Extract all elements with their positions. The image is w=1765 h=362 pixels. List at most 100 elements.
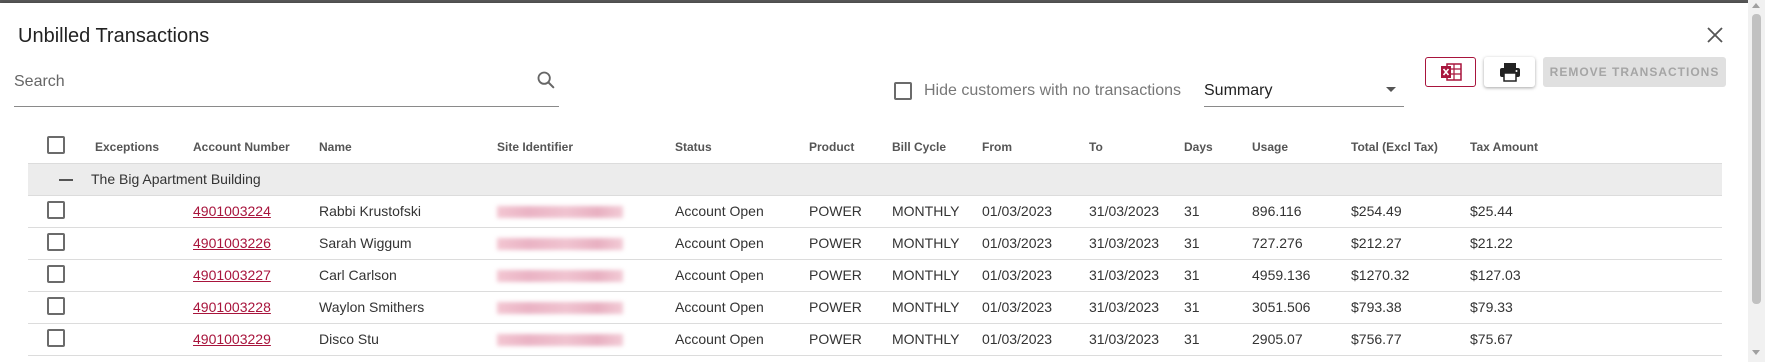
days-cell: 31 — [1184, 227, 1252, 260]
redacted-site-identifier — [497, 238, 623, 251]
table-row[interactable]: 4901003228 Waylon Smithers Account Open … — [28, 291, 1722, 324]
unbilled-transactions-dialog: Unbilled Transactions Hide customers wit… — [0, 3, 1748, 362]
close-icon — [1707, 27, 1723, 43]
row-checkbox[interactable] — [47, 264, 65, 283]
exceptions-cell — [95, 227, 193, 260]
dialog-title: Unbilled Transactions — [18, 25, 210, 47]
column-header[interactable]: Bill Cycle — [892, 131, 982, 164]
view-select-value: Summary — [1204, 82, 1273, 99]
account-number-link[interactable]: 4901003224 — [193, 203, 271, 219]
chevron-down-icon — [1386, 87, 1396, 92]
column-header[interactable]: From — [982, 131, 1089, 164]
vertical-scrollbar[interactable] — [1748, 0, 1765, 362]
column-header[interactable]: Usage — [1252, 131, 1351, 164]
group-row[interactable]: The Big Apartment Building — [28, 163, 1722, 196]
to-cell: 31/03/2023 — [1089, 227, 1184, 260]
search-icon[interactable] — [535, 69, 557, 91]
to-cell: 31/03/2023 — [1089, 195, 1184, 228]
days-cell: 31 — [1184, 291, 1252, 324]
transactions-table: Exceptions Account Number Name Site Iden… — [28, 131, 1722, 356]
usage-cell: 727.276 — [1252, 227, 1351, 260]
excel-icon — [1440, 63, 1462, 81]
exceptions-cell — [95, 291, 193, 324]
tax-cell: $75.67 — [1470, 323, 1722, 356]
column-header[interactable]: Exceptions — [95, 131, 193, 164]
remove-transactions-button[interactable]: REMOVE TRANSACTIONS — [1543, 57, 1726, 87]
tax-cell: $127.03 — [1470, 259, 1722, 292]
status-cell: Account Open — [675, 291, 809, 324]
account-number-link[interactable]: 4901003227 — [193, 267, 271, 283]
bill-cycle-cell: MONTHLY — [892, 259, 982, 292]
product-cell: POWER — [809, 195, 892, 228]
name-cell: Rabbi Krustofski — [319, 195, 497, 228]
column-header[interactable]: Name — [319, 131, 497, 164]
column-header[interactable]: Site Identifier — [497, 131, 675, 164]
table-row[interactable]: 4901003226 Sarah Wiggum Account Open POW… — [28, 227, 1722, 260]
days-cell: 31 — [1184, 259, 1252, 292]
bill-cycle-cell: MONTHLY — [892, 291, 982, 324]
exceptions-cell — [95, 323, 193, 356]
column-header[interactable]: Account Number — [193, 131, 319, 164]
bill-cycle-cell: MONTHLY — [892, 195, 982, 228]
total-cell: $254.49 — [1351, 195, 1470, 228]
table-row[interactable]: 4901003227 Carl Carlson Account Open POW… — [28, 259, 1722, 292]
column-header[interactable]: Total (Excl Tax) — [1351, 131, 1470, 164]
column-header[interactable]: Status — [675, 131, 809, 164]
bill-cycle-cell: MONTHLY — [892, 227, 982, 260]
bill-cycle-cell: MONTHLY — [892, 323, 982, 356]
table-row[interactable]: 4901003224 Rabbi Krustofski Account Open… — [28, 195, 1722, 228]
hide-no-transactions-option[interactable]: Hide customers with no transactions — [894, 80, 1181, 102]
row-checkbox[interactable] — [47, 296, 65, 315]
search-input[interactable] — [14, 69, 514, 95]
redacted-site-identifier — [497, 334, 623, 347]
from-cell: 01/03/2023 — [982, 195, 1089, 228]
tax-cell: $21.22 — [1470, 227, 1722, 260]
to-cell: 31/03/2023 — [1089, 259, 1184, 292]
account-number-link[interactable]: 4901003226 — [193, 235, 271, 251]
tax-cell: $79.33 — [1470, 291, 1722, 324]
row-checkbox[interactable] — [47, 232, 65, 251]
table-header-row: Exceptions Account Number Name Site Iden… — [28, 131, 1722, 164]
status-cell: Account Open — [675, 227, 809, 260]
column-header[interactable]: Days — [1184, 131, 1252, 164]
scroll-down-arrow-icon[interactable] — [1752, 350, 1760, 355]
view-select[interactable]: Summary — [1204, 69, 1404, 107]
to-cell: 31/03/2023 — [1089, 291, 1184, 324]
product-cell: POWER — [809, 323, 892, 356]
column-header[interactable]: Product — [809, 131, 892, 164]
select-all-checkbox[interactable] — [47, 136, 65, 155]
total-cell: $1270.32 — [1351, 259, 1470, 292]
days-cell: 31 — [1184, 323, 1252, 356]
scrollbar-thumb[interactable] — [1752, 14, 1761, 304]
hide-no-transactions-checkbox[interactable] — [894, 82, 912, 100]
status-cell: Account Open — [675, 323, 809, 356]
exceptions-cell — [95, 259, 193, 292]
product-cell: POWER — [809, 291, 892, 324]
scroll-up-arrow-icon[interactable] — [1752, 3, 1760, 8]
hide-no-transactions-label: Hide customers with no transactions — [924, 82, 1181, 99]
row-checkbox[interactable] — [47, 200, 65, 219]
print-button[interactable] — [1484, 57, 1535, 87]
group-label: The Big Apartment Building — [91, 171, 261, 187]
search-field — [14, 69, 559, 107]
export-excel-button[interactable] — [1425, 57, 1476, 87]
row-checkbox[interactable] — [47, 328, 65, 347]
close-button[interactable] — [1703, 23, 1727, 47]
column-header[interactable]: To — [1089, 131, 1184, 164]
status-cell: Account Open — [675, 259, 809, 292]
name-cell: Carl Carlson — [319, 259, 497, 292]
account-number-link[interactable]: 4901003228 — [193, 299, 271, 315]
total-cell: $212.27 — [1351, 227, 1470, 260]
total-cell: $793.38 — [1351, 291, 1470, 324]
name-cell: Waylon Smithers — [319, 291, 497, 324]
name-cell: Sarah Wiggum — [319, 227, 497, 260]
usage-cell: 896.116 — [1252, 195, 1351, 228]
table-row[interactable]: 4901003229 Disco Stu Account Open POWER … — [28, 323, 1722, 356]
account-number-link[interactable]: 4901003229 — [193, 331, 271, 347]
usage-cell: 4959.136 — [1252, 259, 1351, 292]
print-icon — [1499, 63, 1520, 82]
exceptions-cell — [95, 195, 193, 228]
collapse-icon[interactable] — [59, 179, 73, 182]
column-header[interactable]: Tax Amount — [1470, 131, 1722, 164]
product-cell: POWER — [809, 227, 892, 260]
